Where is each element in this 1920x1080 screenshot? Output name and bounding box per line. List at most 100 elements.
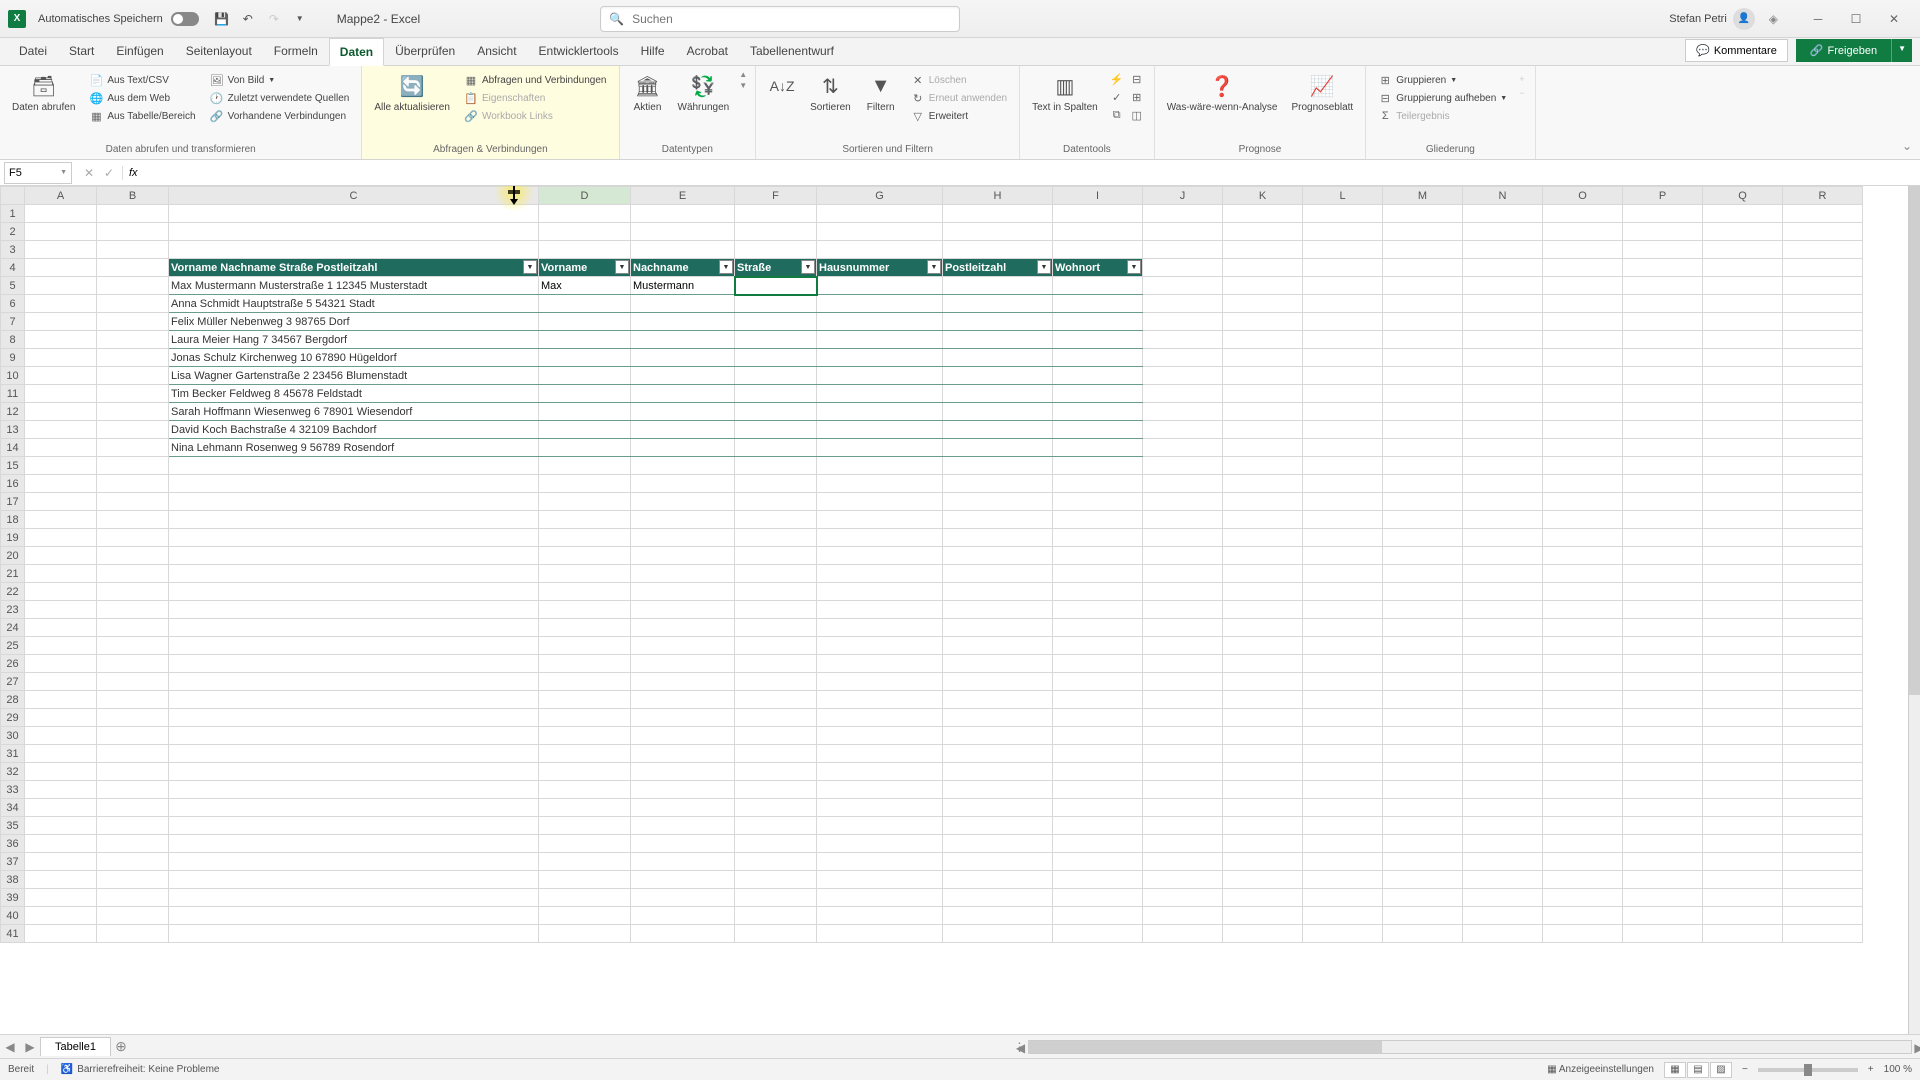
cell[interactable] bbox=[539, 367, 631, 385]
cell[interactable] bbox=[1463, 313, 1543, 331]
cell[interactable] bbox=[943, 781, 1053, 799]
cell[interactable] bbox=[631, 565, 735, 583]
cell[interactable] bbox=[1223, 763, 1303, 781]
cell[interactable] bbox=[1783, 709, 1863, 727]
row-header[interactable]: 31 bbox=[1, 745, 25, 763]
cell[interactable] bbox=[1303, 601, 1383, 619]
save-icon[interactable]: 💾 bbox=[213, 10, 231, 28]
cell[interactable] bbox=[1383, 619, 1463, 637]
cell[interactable] bbox=[97, 781, 169, 799]
cell[interactable] bbox=[539, 601, 631, 619]
cell[interactable] bbox=[1543, 457, 1623, 475]
cell[interactable] bbox=[1383, 745, 1463, 763]
row-header[interactable]: 6 bbox=[1, 295, 25, 313]
cell[interactable] bbox=[1783, 439, 1863, 457]
cell[interactable] bbox=[1053, 583, 1143, 601]
cell[interactable] bbox=[1383, 673, 1463, 691]
cell[interactable] bbox=[25, 259, 97, 277]
cell[interactable] bbox=[1783, 889, 1863, 907]
cell[interactable] bbox=[539, 385, 631, 403]
cell[interactable] bbox=[631, 889, 735, 907]
tab-tabellenentwurf[interactable]: Tabellenentwurf bbox=[739, 37, 845, 65]
cell[interactable] bbox=[943, 277, 1053, 295]
cell[interactable] bbox=[1623, 601, 1703, 619]
cell[interactable] bbox=[539, 907, 631, 925]
cell[interactable] bbox=[1783, 799, 1863, 817]
cell[interactable] bbox=[169, 529, 539, 547]
cell[interactable] bbox=[1053, 331, 1143, 349]
cell[interactable] bbox=[1463, 799, 1543, 817]
cell[interactable] bbox=[97, 565, 169, 583]
cell[interactable] bbox=[817, 781, 943, 799]
cell[interactable] bbox=[1383, 493, 1463, 511]
consolidate-icon[interactable]: ⊞ bbox=[1130, 90, 1144, 104]
cell[interactable] bbox=[1053, 277, 1143, 295]
cell[interactable] bbox=[1783, 259, 1863, 277]
cell[interactable] bbox=[1303, 475, 1383, 493]
cell[interactable] bbox=[539, 583, 631, 601]
cell[interactable] bbox=[169, 493, 539, 511]
cell[interactable] bbox=[539, 745, 631, 763]
formula-input[interactable] bbox=[144, 162, 1920, 184]
cell[interactable] bbox=[1783, 331, 1863, 349]
cell[interactable] bbox=[631, 583, 735, 601]
cell[interactable] bbox=[1303, 691, 1383, 709]
cell[interactable] bbox=[1783, 547, 1863, 565]
row-header[interactable]: 27 bbox=[1, 673, 25, 691]
cell[interactable] bbox=[1143, 223, 1223, 241]
cell[interactable] bbox=[1143, 367, 1223, 385]
cell[interactable] bbox=[1623, 853, 1703, 871]
cell[interactable] bbox=[1543, 565, 1623, 583]
cell[interactable] bbox=[1703, 835, 1783, 853]
cell[interactable] bbox=[1223, 223, 1303, 241]
cell[interactable] bbox=[1623, 259, 1703, 277]
cell[interactable] bbox=[1223, 655, 1303, 673]
cell[interactable] bbox=[1463, 637, 1543, 655]
cell[interactable] bbox=[1223, 241, 1303, 259]
cell[interactable] bbox=[1783, 655, 1863, 673]
cell[interactable] bbox=[25, 547, 97, 565]
cell[interactable] bbox=[943, 547, 1053, 565]
cell[interactable] bbox=[1303, 799, 1383, 817]
cell[interactable] bbox=[1543, 817, 1623, 835]
cell[interactable] bbox=[1543, 295, 1623, 313]
cell[interactable] bbox=[1053, 727, 1143, 745]
row-header[interactable]: 18 bbox=[1, 511, 25, 529]
cell[interactable] bbox=[1623, 277, 1703, 295]
cell[interactable] bbox=[943, 709, 1053, 727]
cell[interactable] bbox=[1383, 259, 1463, 277]
row-header[interactable]: 25 bbox=[1, 637, 25, 655]
row-header[interactable]: 19 bbox=[1, 529, 25, 547]
cell[interactable] bbox=[97, 817, 169, 835]
row-header[interactable]: 15 bbox=[1, 457, 25, 475]
cell[interactable] bbox=[817, 403, 943, 421]
cell[interactable] bbox=[25, 673, 97, 691]
cell[interactable] bbox=[943, 385, 1053, 403]
cell[interactable] bbox=[817, 835, 943, 853]
cell[interactable] bbox=[1303, 547, 1383, 565]
cell[interactable] bbox=[735, 439, 817, 457]
cell[interactable] bbox=[1053, 205, 1143, 223]
cell[interactable] bbox=[1623, 547, 1703, 565]
cell[interactable] bbox=[1143, 403, 1223, 421]
cell[interactable] bbox=[25, 889, 97, 907]
cell[interactable] bbox=[943, 889, 1053, 907]
minimize-button[interactable]: ─ bbox=[1800, 6, 1836, 32]
cell[interactable] bbox=[1053, 637, 1143, 655]
cell[interactable] bbox=[943, 835, 1053, 853]
cell[interactable] bbox=[25, 907, 97, 925]
from-image[interactable]: 🖼Von Bild ▼ bbox=[208, 72, 352, 88]
cell[interactable] bbox=[1783, 907, 1863, 925]
filter-dropdown-icon[interactable]: ▼ bbox=[615, 260, 629, 274]
cell[interactable] bbox=[735, 889, 817, 907]
from-text-csv[interactable]: 📄Aus Text/CSV bbox=[87, 72, 197, 88]
cell[interactable] bbox=[631, 295, 735, 313]
cell[interactable] bbox=[1703, 889, 1783, 907]
row-header[interactable]: 38 bbox=[1, 871, 25, 889]
cell[interactable] bbox=[631, 871, 735, 889]
get-data-button[interactable]: 🗃 Daten abrufen bbox=[6, 70, 81, 116]
cell[interactable] bbox=[169, 655, 539, 673]
cell[interactable] bbox=[539, 223, 631, 241]
cell[interactable] bbox=[97, 709, 169, 727]
row-header[interactable]: 41 bbox=[1, 925, 25, 943]
